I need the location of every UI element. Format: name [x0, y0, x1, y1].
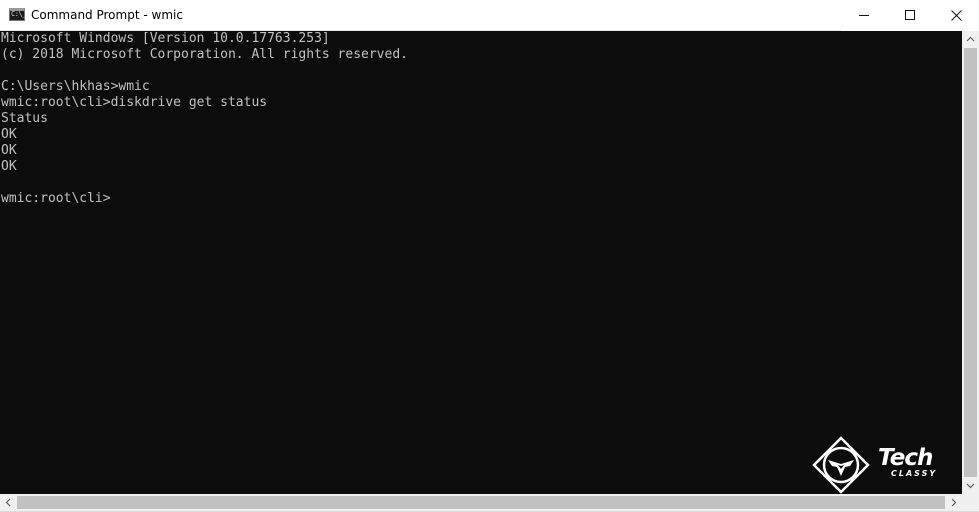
watermark-brand-secondary: CLASSY: [891, 469, 938, 478]
watermark-brand-primary: Tech: [878, 445, 933, 471]
chevron-right-icon: [951, 498, 957, 507]
command-prompt-window: C:\_ Command Prompt - wmic Microsoft Win…: [0, 0, 979, 512]
close-icon: [951, 10, 962, 21]
console-line-output: Status: [1, 111, 48, 126]
close-button[interactable]: [933, 0, 979, 31]
chevron-up-icon: [966, 36, 975, 42]
console-line-command: wmic:root\cli>diskdrive get status: [1, 95, 268, 110]
horizontal-scroll-thumb[interactable]: [17, 496, 945, 509]
maximize-button[interactable]: [887, 0, 933, 31]
console-line-command: C:\Users\hkhas>wmic: [1, 79, 150, 94]
scrollbar-corner: [962, 494, 979, 512]
console-line-version: Microsoft Windows [Version 10.0.17763.25…: [1, 31, 330, 46]
tech-classy-logo: Tech CLASSY: [812, 436, 958, 494]
scroll-down-button[interactable]: [962, 477, 979, 494]
console-line-output: OK: [1, 127, 17, 142]
vertical-scrollbar[interactable]: [962, 31, 979, 494]
chevron-down-icon: [966, 483, 975, 489]
console-line-output: OK: [1, 159, 17, 174]
scroll-up-button[interactable]: [962, 31, 979, 48]
scroll-right-button[interactable]: [945, 494, 962, 511]
command-prompt-icon[interactable]: C:\_: [9, 8, 26, 21]
console-output[interactable]: Microsoft Windows [Version 10.0.17763.25…: [0, 31, 962, 494]
title-bar[interactable]: C:\_ Command Prompt - wmic: [0, 0, 979, 31]
maximize-icon: [905, 10, 915, 20]
console-line-copyright: (c) 2018 Microsoft Corporation. All righ…: [1, 47, 408, 62]
console-line-output: OK: [1, 143, 17, 158]
tech-classy-emblem-icon: [812, 436, 870, 494]
horizontal-scrollbar[interactable]: [0, 494, 962, 511]
window-title: Command Prompt - wmic: [31, 8, 183, 22]
minimize-icon: [859, 15, 869, 16]
scroll-left-button[interactable]: [0, 494, 17, 511]
minimize-button[interactable]: [841, 0, 887, 31]
vertical-scroll-thumb[interactable]: [964, 48, 977, 477]
console-prompt-line[interactable]: wmic:root\cli>: [1, 191, 111, 207]
chevron-left-icon: [5, 498, 11, 507]
